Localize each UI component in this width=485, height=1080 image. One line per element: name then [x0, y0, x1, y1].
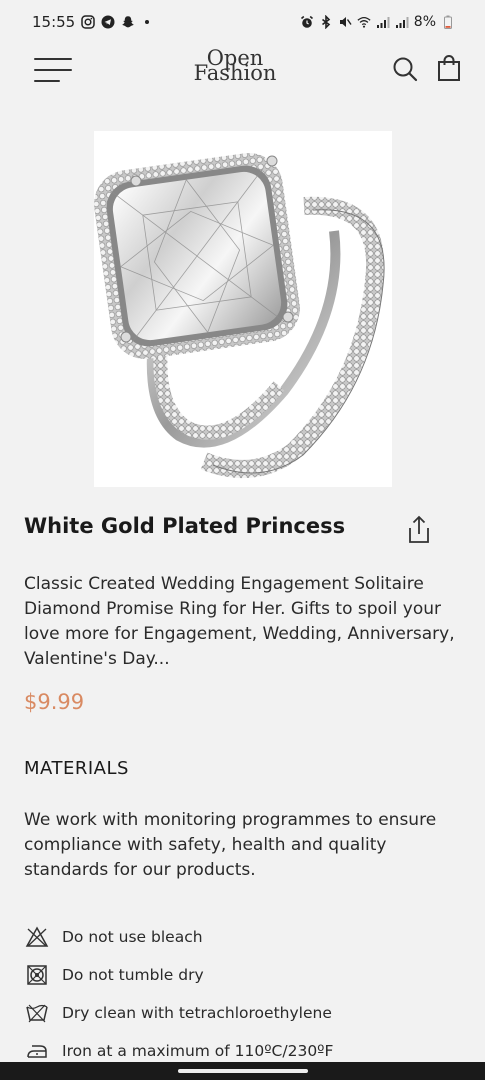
materials-heading: MATERIALS: [24, 758, 129, 779]
gesture-handle[interactable]: [178, 1069, 308, 1073]
notification-dot: [145, 20, 150, 24]
care-item-dry-clean: Dry clean with tetrachloroethylene: [24, 994, 464, 1032]
menu-icon-line: [34, 58, 72, 60]
signal-icon: [376, 15, 390, 29]
status-bar: 15:55 8%: [0, 0, 485, 44]
status-right: 8%: [300, 14, 455, 30]
status-time: 15:55: [32, 13, 76, 31]
shopping-bag-icon[interactable]: [436, 54, 462, 82]
dry-clean-icon: [24, 1001, 50, 1025]
telegram-icon: [101, 15, 115, 29]
product-price: $9.99: [24, 690, 85, 714]
share-icon[interactable]: [405, 514, 433, 546]
system-navigation-bar: [0, 1062, 485, 1080]
alarm-icon: [300, 15, 314, 29]
menu-icon-line: [34, 69, 72, 71]
battery-icon: [441, 15, 455, 29]
care-item-no-tumble-dry: Do not tumble dry: [24, 956, 464, 994]
bluetooth-icon: [319, 15, 333, 29]
battery-percent: 8%: [413, 14, 436, 30]
app-header: Open Fashion: [0, 44, 485, 94]
menu-button[interactable]: [34, 56, 72, 84]
care-label: Do not tumble dry: [62, 966, 204, 984]
product-title: White Gold Plated Princess: [24, 514, 346, 538]
care-label: Dry clean with tetrachloroethylene: [62, 1004, 332, 1022]
care-label: Iron at a maximum of 110ºC/230ºF: [62, 1042, 334, 1060]
product-description: Classic Created Wedding Engagement Solit…: [24, 574, 455, 669]
signal-icon-2: [395, 15, 409, 29]
instagram-icon: [81, 15, 95, 29]
care-instructions-list: Do not use bleach Do not tumble dry Dry …: [24, 918, 464, 1070]
no-tumble-dry-icon: [24, 963, 50, 987]
care-item-no-bleach: Do not use bleach: [24, 918, 464, 956]
ring-image: [94, 153, 385, 478]
app-logo[interactable]: Open Fashion: [180, 48, 290, 85]
iron-icon: [24, 1039, 50, 1063]
menu-icon-line: [34, 80, 60, 82]
mute-icon: [338, 15, 352, 29]
product-image[interactable]: [94, 131, 392, 487]
search-icon[interactable]: [392, 56, 418, 82]
status-left: 15:55: [32, 13, 150, 31]
no-bleach-icon: [24, 925, 50, 949]
care-label: Do not use bleach: [62, 928, 203, 946]
materials-text: We work with monitoring programmes to en…: [24, 810, 437, 880]
wifi-icon: [357, 15, 371, 29]
snapchat-icon: [121, 15, 135, 29]
logo-line-2: Fashion: [193, 61, 277, 85]
